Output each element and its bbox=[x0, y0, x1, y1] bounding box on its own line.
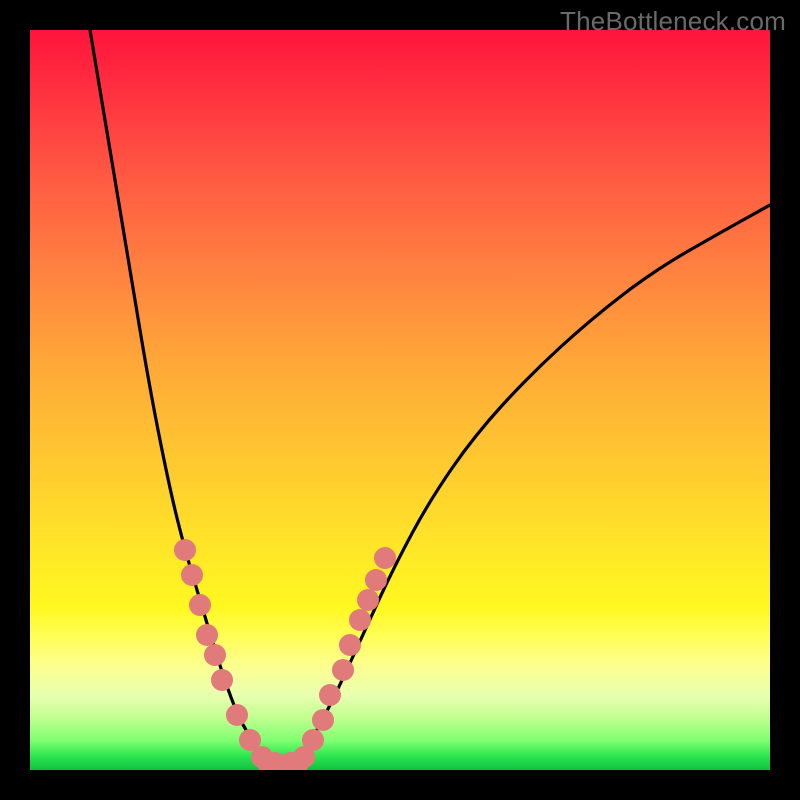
data-dot bbox=[196, 624, 218, 646]
data-dot bbox=[319, 684, 341, 706]
dot-group bbox=[174, 539, 396, 770]
curve-left bbox=[90, 30, 270, 765]
data-dot bbox=[349, 609, 371, 631]
data-dot bbox=[365, 569, 387, 591]
data-dot bbox=[339, 634, 361, 656]
plot-area bbox=[30, 30, 770, 770]
data-dot bbox=[204, 644, 226, 666]
data-dot bbox=[211, 669, 233, 691]
data-dot bbox=[174, 539, 196, 561]
watermark-text: TheBottleneck.com bbox=[560, 6, 786, 37]
data-dot bbox=[357, 589, 379, 611]
data-dot bbox=[226, 704, 248, 726]
data-dot bbox=[181, 564, 203, 586]
data-dot bbox=[302, 729, 324, 751]
chart-svg bbox=[30, 30, 770, 770]
data-dot bbox=[374, 547, 396, 569]
data-dot bbox=[189, 594, 211, 616]
curve-right bbox=[290, 205, 770, 765]
data-dot bbox=[332, 659, 354, 681]
data-dot bbox=[312, 709, 334, 731]
